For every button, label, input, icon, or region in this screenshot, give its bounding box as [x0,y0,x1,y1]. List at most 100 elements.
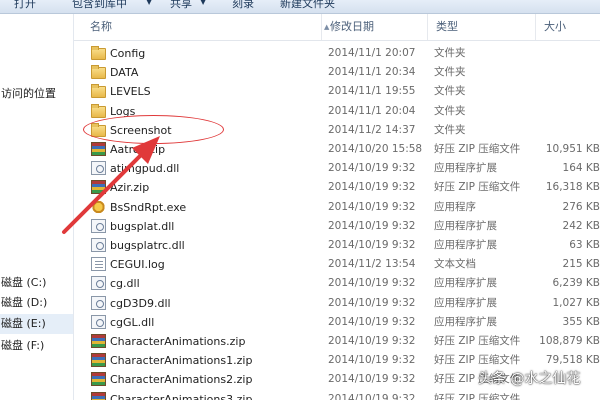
file-type: 应用程序 [434,200,476,213]
nav-item-drive-f[interactable]: 磁盘 (F:) [0,336,73,356]
open-button[interactable]: 打开 [14,0,36,11]
watermark-text: 头条 @水之仙花 [478,371,581,387]
file-name: CharacterAnimations2.zip [110,373,253,387]
file-type: 文件夹 [434,123,466,136]
highlight-ellipse [83,115,224,144]
file-name: cg.dll [110,277,140,291]
dll-icon [91,218,106,233]
file-row[interactable]: bugsplat.dll 2014/10/19 9:32 应用程序扩展 242 KB [74,217,600,236]
file-date: 2014/11/2 13:54 [328,258,416,271]
column-label: 类型 [436,20,458,33]
nav-item-label: 访问的位置 [1,87,56,100]
file-name: BsSndRpt.exe [110,200,187,214]
nav-item-drive-e[interactable]: 磁盘 (E:) [0,314,73,334]
file-date: 2014/10/19 9:32 [328,296,416,309]
file-size: 276 KB [562,200,600,213]
file-type: 文件夹 [434,85,466,98]
file-date: 2014/10/19 9:32 [328,392,416,400]
dll-icon [91,314,106,329]
file-row[interactable]: CharacterAnimations.zip 2014/10/19 9:32 好压… [74,332,600,351]
file-date: 2014/10/19 9:32 [328,162,416,175]
file-name: CharacterAnimations1.zip [110,354,253,368]
file-row[interactable]: BsSndRpt.exe 2014/10/19 9:32 应用程序 276 KB [74,198,600,217]
file-name: CharacterAnimations.zip [110,335,246,348]
column-header-size[interactable]: 大小 [536,14,600,40]
file-type: 文件夹 [434,104,466,117]
zip-icon [91,372,106,387]
file-row[interactable]: Azir.zip 2014/10/19 9:32 好压 ZIP 压缩文件 16,318… [74,178,600,197]
file-row[interactable]: Config 2014/11/1 20:07 文件夹 [74,44,600,63]
file-type: 文本文档 [434,258,476,271]
folder-icon [91,103,106,118]
file-size: 63 KB [569,239,600,251]
file-row[interactable]: LEVELS 2014/11/1 19:55 文件夹 [74,82,600,101]
file-row[interactable]: DATA 2014/11/1 20:34 文件夹 [74,63,600,82]
column-label: 修改日期 [330,20,374,33]
chevron-down-icon[interactable]: ▼ [200,0,206,6]
file-list: Config 2014/11/1 20:07 文件夹 DATA 2014/11/1 20… [74,44,600,400]
folder-icon [91,84,106,99]
file-date: 2014/10/19 9:32 [328,373,416,386]
file-size: 16,318 KB [545,181,600,194]
nav-item-label: 磁盘 (E:) [1,317,46,330]
column-header-type[interactable]: 类型 [428,14,536,40]
file-row[interactable]: cgD3D9.dll 2014/10/19 9:32 应用程序扩展 1,027 KB [74,294,600,313]
file-size: 355 KB [562,315,600,328]
column-label: 大小 [544,20,566,33]
file-date: 2014/11/1 19:55 [328,85,416,98]
nav-item-label: 磁盘 (C:) [1,276,47,289]
file-date: 2014/10/19 9:32 [328,354,416,367]
include-in-library-button[interactable]: 包含到库中 [72,0,127,11]
file-row[interactable]: CharacterAnimations3.zip 2014/10/19 9:32 好… [74,390,600,400]
file-date: 2014/10/19 9:32 [328,335,416,347]
nav-item-drive-c[interactable]: 磁盘 (C:) [0,273,73,293]
file-size: 108,879 KB [539,335,600,347]
file-name: cgGL.dll [110,315,155,329]
file-size: 164 KB [562,162,600,175]
file-type: 应用程序扩展 [434,162,497,175]
file-date: 2014/10/19 9:32 [328,277,416,290]
zip-icon [91,353,106,368]
exe-icon [91,199,106,214]
file-type: 应用程序扩展 [434,315,497,328]
file-date: 2014/10/20 15:58 [328,143,423,155]
file-row[interactable]: cg.dll 2014/10/19 9:32 应用程序扩展 6,239 KB [74,274,600,293]
file-date: 2014/10/19 9:32 [328,239,416,251]
command-toolbar: 打开 包含到库中 ▼ 共享 ▼ 刻录 新建文件夹 [0,0,600,14]
file-name: LEVELS [110,85,151,99]
column-header-date[interactable]: 修改日期 [322,14,428,40]
nav-item-label: 磁盘 (F:) [1,339,45,352]
file-name: cgD3D9.dll [110,296,171,310]
file-row[interactable]: CEGUI.log 2014/11/2 13:54 文本文档 215 KB [74,255,600,274]
nav-item-recent-places[interactable]: 访问的位置 [0,84,73,104]
file-name: CharacterAnimations3.zip [110,392,253,400]
file-row[interactable]: bugsplatrc.dll 2014/10/19 9:32 应用程序扩展 63 KB [74,236,600,255]
file-type: 应用程序扩展 [434,239,497,251]
file-type: 文件夹 [434,47,466,59]
dll-icon [91,276,106,291]
file-type: 应用程序扩展 [434,219,497,232]
column-header-name[interactable]: 名称 [82,14,322,40]
file-row[interactable]: cgGL.dll 2014/10/19 9:32 应用程序扩展 355 KB [74,313,600,332]
share-button[interactable]: 共享 [170,0,192,11]
dll-icon [91,295,106,310]
file-size: 10,951 KB [545,143,600,155]
zip-icon [91,142,106,156]
burn-button[interactable]: 刻录 [232,0,254,11]
file-date: 2014/10/19 9:32 [328,181,416,194]
file-name: CEGUI.log [110,258,165,272]
file-date: 2014/11/1 20:04 [328,104,416,117]
file-name: Config [110,47,146,60]
file-size: 6,239 KB [552,277,600,290]
chevron-down-icon[interactable]: ▼ [146,0,152,6]
dll-icon [91,161,106,176]
file-size: 215 KB [562,258,600,271]
new-folder-button[interactable]: 新建文件夹 [280,0,335,11]
column-label: 名称 [90,20,112,33]
file-date: 2014/10/19 9:32 [328,219,416,232]
file-type: 好压 ZIP 压缩文件 [434,392,521,400]
file-row[interactable]: atimgpud.dll 2014/10/19 9:32 应用程序扩展 164 KB [74,159,600,178]
zip-icon [91,180,106,195]
nav-item-drive-d[interactable]: 磁盘 (D:) [0,293,73,313]
file-date: 2014/10/19 9:32 [328,200,416,213]
